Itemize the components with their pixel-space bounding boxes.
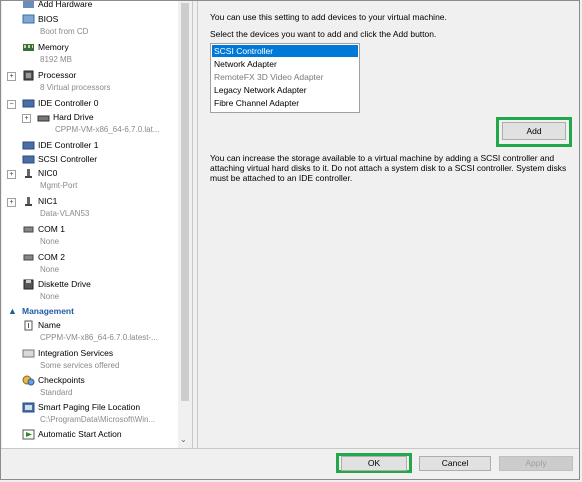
tree-item-label: SCSI Controller xyxy=(38,154,98,164)
tree-item-detail: None xyxy=(40,292,60,301)
tree-item-label: Checkpoints xyxy=(38,375,85,385)
vm-settings-window: Add Hardware BIOS Boot from CD Memory 81… xyxy=(0,0,580,480)
device-option-legacy-network-adapter[interactable]: Legacy Network Adapter xyxy=(212,84,358,96)
tree-item-label: Integration Services xyxy=(38,348,114,358)
tree-item-detail: Data-VLAN53 xyxy=(40,209,90,218)
diskette-icon xyxy=(22,279,35,290)
tree-item-detail: Boot from CD xyxy=(40,27,89,36)
device-option-network-adapter[interactable]: Network Adapter xyxy=(212,58,358,70)
tree-item-detail: CPPM-VM-x86_64-6.7.0.lat... xyxy=(55,125,160,134)
add-button[interactable]: Add xyxy=(502,122,566,140)
tree-item-ide-controller-1[interactable]: IDE Controller 1 xyxy=(2,139,178,153)
tree-item-scsi-controller[interactable]: SCSI Controller xyxy=(2,153,178,167)
cancel-button[interactable]: Cancel xyxy=(419,456,491,471)
settings-panel: You can use this setting to add devices … xyxy=(197,1,579,448)
tree-item-label: Hard Drive xyxy=(53,112,94,122)
com-port-icon xyxy=(22,252,35,263)
tree-item-bios[interactable]: BIOS Boot from CD xyxy=(2,13,178,41)
intro-text: You can use this setting to add devices … xyxy=(210,12,447,22)
tree-item-add-hardware[interactable]: Add Hardware xyxy=(2,1,178,12)
tree-item-label: IDE Controller 1 xyxy=(38,140,99,150)
network-adapter-icon xyxy=(22,168,35,179)
com-port-icon xyxy=(22,224,35,235)
instruction-text: Select the devices you want to add and c… xyxy=(210,29,437,39)
tree-item-nic1[interactable]: + NIC1 Data-VLAN53 xyxy=(2,195,178,223)
tree-item-nic0[interactable]: + NIC0 Mgmt-Port xyxy=(2,167,178,195)
tree-item-label: Name xyxy=(38,320,61,330)
paging-file-icon xyxy=(22,402,35,413)
integration-services-icon xyxy=(22,348,35,359)
device-option-scsi-controller[interactable]: SCSI Controller xyxy=(212,45,358,57)
tree-item-label: Smart Paging File Location xyxy=(38,402,141,412)
section-header-management[interactable]: ▲ Management xyxy=(2,305,178,319)
collapse-section-icon[interactable]: ▲ xyxy=(8,306,17,316)
tree-item-memory[interactable]: Memory 8192 MB xyxy=(2,41,178,69)
scroll-down-icon[interactable]: ⌄ xyxy=(180,436,187,444)
tree-item-detail: Standard xyxy=(40,388,73,397)
processor-icon xyxy=(22,70,35,81)
expand-icon[interactable]: + xyxy=(7,170,16,179)
tree-item-ide-controller-0[interactable]: − IDE Controller 0 xyxy=(2,97,178,111)
scsi-info-paragraph: You can increase the storage available t… xyxy=(210,153,567,183)
tree-item-hard-drive[interactable]: + Hard Drive CPPM-VM-x86_64-6.7.0.lat... xyxy=(2,111,178,139)
tree-item-detail: None xyxy=(40,265,60,274)
tree-item-label: Diskette Drive xyxy=(38,279,91,289)
tree-item-checkpoints[interactable]: Checkpoints Standard xyxy=(2,374,178,402)
tree-item-com2[interactable]: COM 2 None xyxy=(2,251,178,279)
ide-controller-icon xyxy=(22,140,35,151)
tree-item-label: BIOS xyxy=(38,14,59,24)
expand-icon[interactable]: + xyxy=(7,198,16,207)
hardware-tree: Add Hardware BIOS Boot from CD Memory 81… xyxy=(2,1,179,448)
tree-item-smart-paging[interactable]: Smart Paging File Location C:\ProgramDat… xyxy=(2,401,178,429)
tree-item-label: NIC0 xyxy=(38,168,58,178)
tree-item-integration-services[interactable]: Integration Services Some services offer… xyxy=(2,347,178,375)
section-header-label: Management xyxy=(22,306,74,316)
dialog-button-bar: OK Cancel Apply xyxy=(1,448,579,479)
tree-item-label: COM 2 xyxy=(38,252,65,262)
tree-item-processor[interactable]: + Processor 8 Virtual processors xyxy=(2,69,178,97)
scrollbar-thumb[interactable] xyxy=(181,3,189,401)
tree-item-detail: Mgmt-Port xyxy=(40,181,78,190)
checkpoints-icon xyxy=(22,375,35,386)
tree-item-diskette-drive[interactable]: Diskette Drive None xyxy=(2,278,178,306)
tree-item-com1[interactable]: COM 1 None xyxy=(2,223,178,251)
collapse-icon[interactable]: − xyxy=(7,100,16,109)
tree-item-detail: 8 Virtual processors xyxy=(40,83,111,92)
start-action-icon xyxy=(22,429,35,440)
ok-button[interactable]: OK xyxy=(341,456,407,471)
expand-icon[interactable]: + xyxy=(7,72,16,81)
tree-item-detail: Some services offered xyxy=(40,361,120,370)
apply-button[interactable]: Apply xyxy=(499,456,573,471)
tree-item-label: Processor xyxy=(38,70,77,80)
tree-item-automatic-start-action[interactable]: Automatic Start Action xyxy=(2,428,178,442)
device-option-remotefx-adapter[interactable]: RemoteFX 3D Video Adapter xyxy=(212,71,358,83)
memory-icon xyxy=(22,42,35,53)
tree-item-detail: 8192 MB xyxy=(40,55,73,64)
settings-panel-inner: You can use this setting to add devices … xyxy=(197,1,578,448)
bios-icon xyxy=(22,14,35,25)
scsi-controller-icon xyxy=(22,154,35,165)
ide-controller-icon xyxy=(22,98,35,109)
tree-item-label: Memory xyxy=(38,42,69,52)
tree-item-detail: C:\ProgramData\Microsoft\Win... xyxy=(40,415,156,424)
tree-item-label: Add Hardware xyxy=(38,1,93,9)
device-listbox[interactable]: SCSI Controller Network Adapter RemoteFX… xyxy=(210,43,360,113)
hard-drive-icon xyxy=(37,112,50,123)
tree-item-detail: None xyxy=(40,237,60,246)
tree-item-label: NIC1 xyxy=(38,196,58,206)
expand-icon[interactable]: + xyxy=(22,114,31,123)
tree-scrollbar[interactable]: ⌄ xyxy=(178,1,193,448)
name-icon xyxy=(22,320,35,331)
device-option-fibre-channel-adapter[interactable]: Fibre Channel Adapter xyxy=(212,97,358,109)
tree-item-label: Automatic Start Action xyxy=(38,429,122,439)
network-adapter-icon xyxy=(22,196,35,207)
tree-item-label: IDE Controller 0 xyxy=(38,98,99,108)
tree-item-label: COM 1 xyxy=(38,224,65,234)
tree-item-detail: CPPM-VM-x86_64-6.7.0.latest-... xyxy=(40,333,158,342)
tree-item-name[interactable]: Name CPPM-VM-x86_64-6.7.0.latest-... xyxy=(2,319,178,347)
add-hardware-icon xyxy=(22,1,35,10)
